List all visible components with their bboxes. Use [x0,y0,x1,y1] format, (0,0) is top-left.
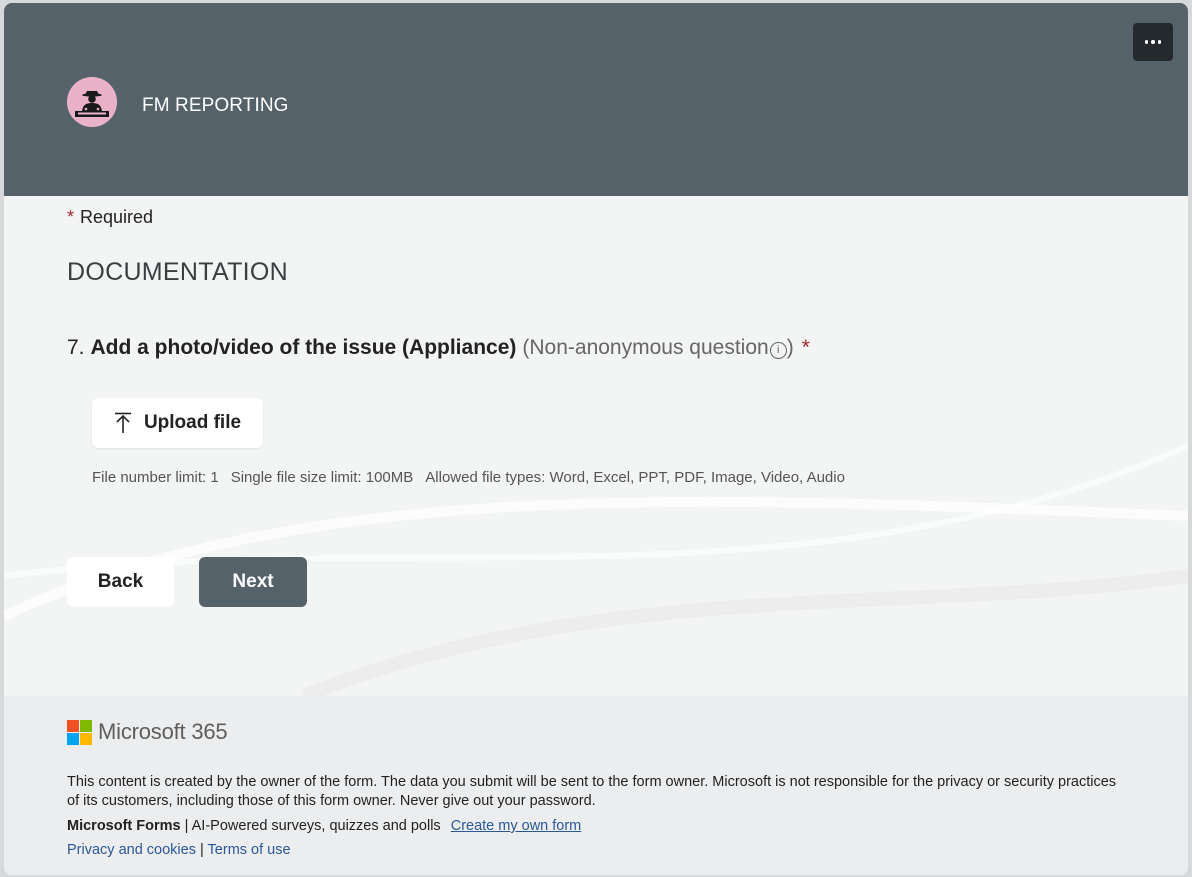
next-button[interactable]: Next [199,557,307,607]
upload-file-label: Upload file [143,412,242,433]
required-note: * Required [67,207,153,228]
file-size-limit: Single file size limit: 100MB [230,469,414,486]
upload-arrow-icon [114,412,131,433]
links-separator: | [199,842,204,858]
back-button[interactable]: Back [67,557,174,607]
create-form-link[interactable]: Create my own form [451,818,582,834]
legal-links: Privacy and cookies | Terms of use [67,842,291,858]
non-anonymous-label: (Non-anonymous question [522,336,769,359]
form-card: FM REPORTING * Required DOCUMENTATION 7. A… [4,3,1188,875]
non-anonymous-note: (Non-anonymous question i) [522,336,794,359]
forms-tagline: AI-Powered surveys, quizzes and polls [191,818,441,834]
form-header: FM REPORTING [4,3,1188,196]
microsoft-logo-icon [67,719,92,745]
privacy-cookies-link[interactable]: Privacy and cookies [67,842,196,858]
upload-file-button[interactable]: Upload file [92,398,263,448]
question-text: Add a photo/video of the issue (Applianc… [90,336,517,359]
more-options-button[interactable] [1133,23,1173,61]
microsoft-365-brand: Microsoft 365 [67,719,228,745]
info-icon[interactable]: i [769,342,787,359]
more-horizontal-icon [1144,40,1162,44]
form-title: FM REPORTING [142,95,289,116]
file-number-limit: File number limit: 1 [92,469,219,486]
brand-name: Microsoft 365 [98,719,228,744]
question-number: 7. [67,336,85,359]
file-limits: File number limit: 1 Single file size lim… [92,469,857,486]
forms-separator: | [184,818,189,834]
section-title: DOCUMENTATION [67,258,289,286]
question-required-star: * [801,336,810,359]
forms-promo: Microsoft Forms | AI-Powered surveys, qu… [67,818,581,834]
non-anonymous-close: ) [786,336,794,359]
terms-of-use-link[interactable]: Terms of use [208,842,291,858]
required-star: * [67,207,75,227]
privacy-disclaimer: This content is created by the owner of … [67,774,1117,809]
question-7: 7. Add a photo/video of the issue (Applia… [67,336,810,360]
forms-product-name: Microsoft Forms [67,818,181,834]
form-logo [67,77,117,127]
allowed-file-types: Allowed file types: Word, Excel, PPT, PD… [425,469,845,486]
footer: Microsoft 365 This content is created by… [4,696,1188,875]
required-label: Required [80,207,154,227]
